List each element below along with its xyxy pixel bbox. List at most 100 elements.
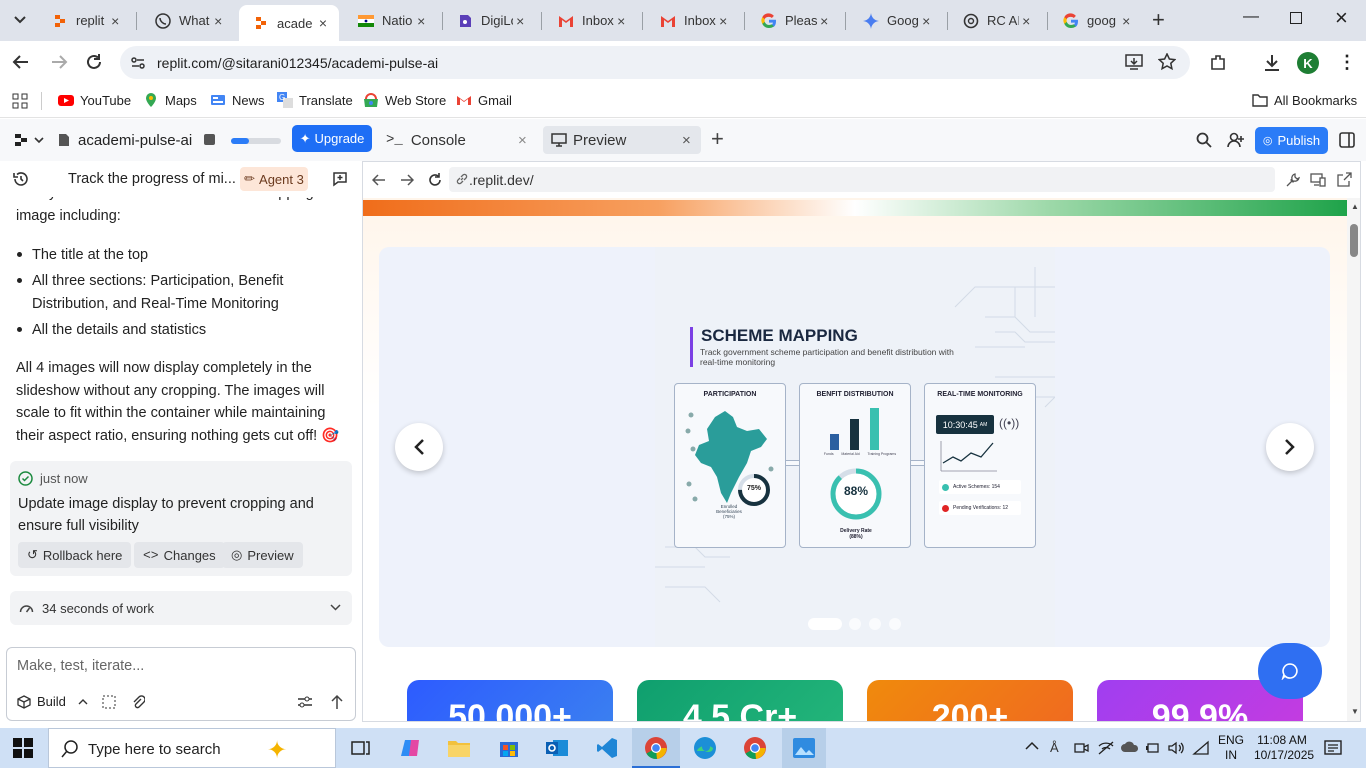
slide-dot[interactable] (889, 618, 901, 630)
minimize-button[interactable]: — (1243, 8, 1259, 26)
agent-badge[interactable]: ✏ Agent 3 (240, 167, 308, 191)
slide-next-button[interactable] (1266, 423, 1314, 471)
reload-icon[interactable] (85, 53, 103, 71)
close-tab-icon[interactable]: × (919, 13, 933, 29)
replit-menu-icon[interactable] (14, 133, 44, 147)
new-chat-icon[interactable] (332, 171, 348, 187)
extensions-icon[interactable] (1208, 53, 1228, 73)
close-preview-icon[interactable]: × (682, 132, 691, 149)
file-explorer-icon[interactable] (445, 734, 473, 762)
close-tab-icon[interactable]: × (614, 13, 628, 29)
stop-icon[interactable] (204, 134, 215, 145)
close-tab-icon[interactable]: × (513, 13, 527, 29)
bookmark-web-store[interactable]: Web Store (363, 92, 446, 108)
outlook-icon[interactable] (543, 734, 571, 762)
address-bar[interactable]: replit.com/@sitarani012345/academi-pulse… (120, 46, 1190, 79)
chat-assistant-button[interactable] (1258, 643, 1322, 699)
history-icon[interactable] (13, 171, 29, 187)
send-icon[interactable] (330, 694, 344, 710)
browser-tab[interactable]: DigiLo× (443, 4, 535, 37)
webview-back-icon[interactable] (372, 173, 386, 187)
network-off-icon[interactable] (1097, 740, 1115, 756)
settings-sliders-icon[interactable] (297, 696, 313, 708)
attach-icon[interactable] (131, 694, 145, 710)
browser-menu-icon[interactable]: ⋮ (1338, 53, 1356, 71)
bookmark-star-icon[interactable] (1158, 53, 1176, 71)
edge-icon[interactable] (691, 734, 719, 762)
changes-button[interactable]: <> Changes (134, 542, 225, 568)
back-icon[interactable] (12, 53, 30, 71)
close-tab-icon[interactable]: × (315, 15, 331, 31)
onedrive-icon[interactable] (1120, 740, 1140, 754)
vertical-scrollbar[interactable]: ▲ ▼ (1347, 198, 1360, 721)
taskbar-search-box[interactable]: Type here to search ✦ (48, 728, 336, 768)
new-tab-button[interactable]: + (1152, 9, 1165, 31)
close-console-icon[interactable]: × (518, 132, 527, 149)
slide-dot[interactable] (849, 618, 861, 630)
work-summary[interactable]: 34 seconds of work (10, 591, 352, 625)
bookmark-maps[interactable]: Maps (143, 92, 197, 108)
profile-avatar[interactable]: K (1297, 52, 1319, 74)
microsoft-store-icon[interactable] (495, 734, 523, 762)
photos-icon[interactable] (790, 734, 818, 762)
downloads-icon[interactable] (1262, 53, 1282, 73)
publish-button[interactable]: ◎ Publish (1255, 127, 1328, 154)
scroll-down-icon[interactable]: ▼ (1351, 707, 1359, 716)
tray-app-icon[interactable]: Å (1050, 740, 1059, 755)
all-bookmarks[interactable]: All Bookmarks (1252, 92, 1357, 108)
tab-preview[interactable]: Preview × (543, 126, 701, 154)
chat-input[interactable]: Make, test, iterate... Build (6, 647, 356, 721)
browser-tab[interactable]: Goog × (849, 4, 941, 37)
vscode-icon[interactable] (593, 734, 621, 762)
preview-checkpoint-button[interactable]: ◎ Preview (222, 542, 303, 568)
close-tab-icon[interactable]: × (108, 13, 122, 29)
tab-console[interactable]: >_ Console × (384, 126, 534, 154)
webview-forward-icon[interactable] (400, 173, 414, 187)
scroll-up-icon[interactable]: ▲ (1351, 202, 1359, 211)
browser-tab[interactable]: Inbox × (544, 4, 636, 37)
webview-url-field[interactable]: .replit.dev/ (449, 167, 1275, 192)
battery-icon[interactable] (1145, 740, 1161, 756)
build-mode-selector[interactable]: Build (17, 694, 88, 709)
task-view-icon[interactable] (347, 734, 375, 762)
select-element-icon[interactable] (102, 695, 116, 709)
chrome-profile-icon[interactable] (741, 734, 769, 762)
bookmark-youtube[interactable]: YouTube (58, 92, 131, 108)
devices-icon[interactable] (1310, 172, 1326, 188)
invite-user-icon[interactable] (1227, 132, 1245, 148)
site-info-icon[interactable] (130, 55, 146, 71)
project-name[interactable]: academi-pulse-ai (78, 132, 192, 149)
browser-tab[interactable]: acade × (239, 5, 339, 41)
close-tab-icon[interactable]: × (414, 13, 428, 29)
apps-grid-icon[interactable] (12, 93, 28, 109)
slide-dot[interactable] (869, 618, 881, 630)
wifi-icon[interactable] (1192, 740, 1210, 756)
close-tab-icon[interactable]: × (211, 13, 225, 29)
tray-chevron-icon[interactable] (1025, 741, 1039, 750)
language-indicator[interactable]: ENG IN (1218, 733, 1244, 763)
install-app-icon[interactable] (1125, 54, 1143, 70)
slide-prev-button[interactable] (395, 423, 443, 471)
browser-tab[interactable]: Pleas × (747, 4, 839, 37)
close-tab-icon[interactable]: × (1119, 13, 1133, 29)
browser-tab[interactable]: Natio × (344, 4, 436, 37)
windows-start-icon[interactable] (13, 738, 33, 758)
toggle-panel-icon[interactable] (1339, 132, 1355, 148)
chrome-icon[interactable] (642, 734, 670, 762)
upgrade-button[interactable]: ✦ Upgrade (292, 125, 372, 152)
browser-tab[interactable]: replit × (38, 4, 130, 37)
close-tab-icon[interactable]: × (817, 13, 831, 29)
bookmark-translate[interactable]: G Translate (277, 92, 353, 108)
close-tab-icon[interactable]: × (716, 13, 730, 29)
close-window-button[interactable]: × (1335, 6, 1348, 30)
browser-tab[interactable]: What × (141, 4, 233, 37)
forward-icon[interactable] (50, 53, 68, 71)
browser-tab[interactable]: Inbox × (646, 4, 738, 37)
tab-search-icon[interactable] (10, 10, 30, 30)
notifications-icon[interactable] (1324, 739, 1342, 757)
maximize-button[interactable] (1290, 12, 1302, 24)
search-icon[interactable] (1196, 132, 1212, 148)
add-tab-icon[interactable]: + (711, 128, 724, 150)
meet-now-icon[interactable] (1073, 740, 1089, 756)
copilot-icon[interactable] (397, 734, 425, 762)
